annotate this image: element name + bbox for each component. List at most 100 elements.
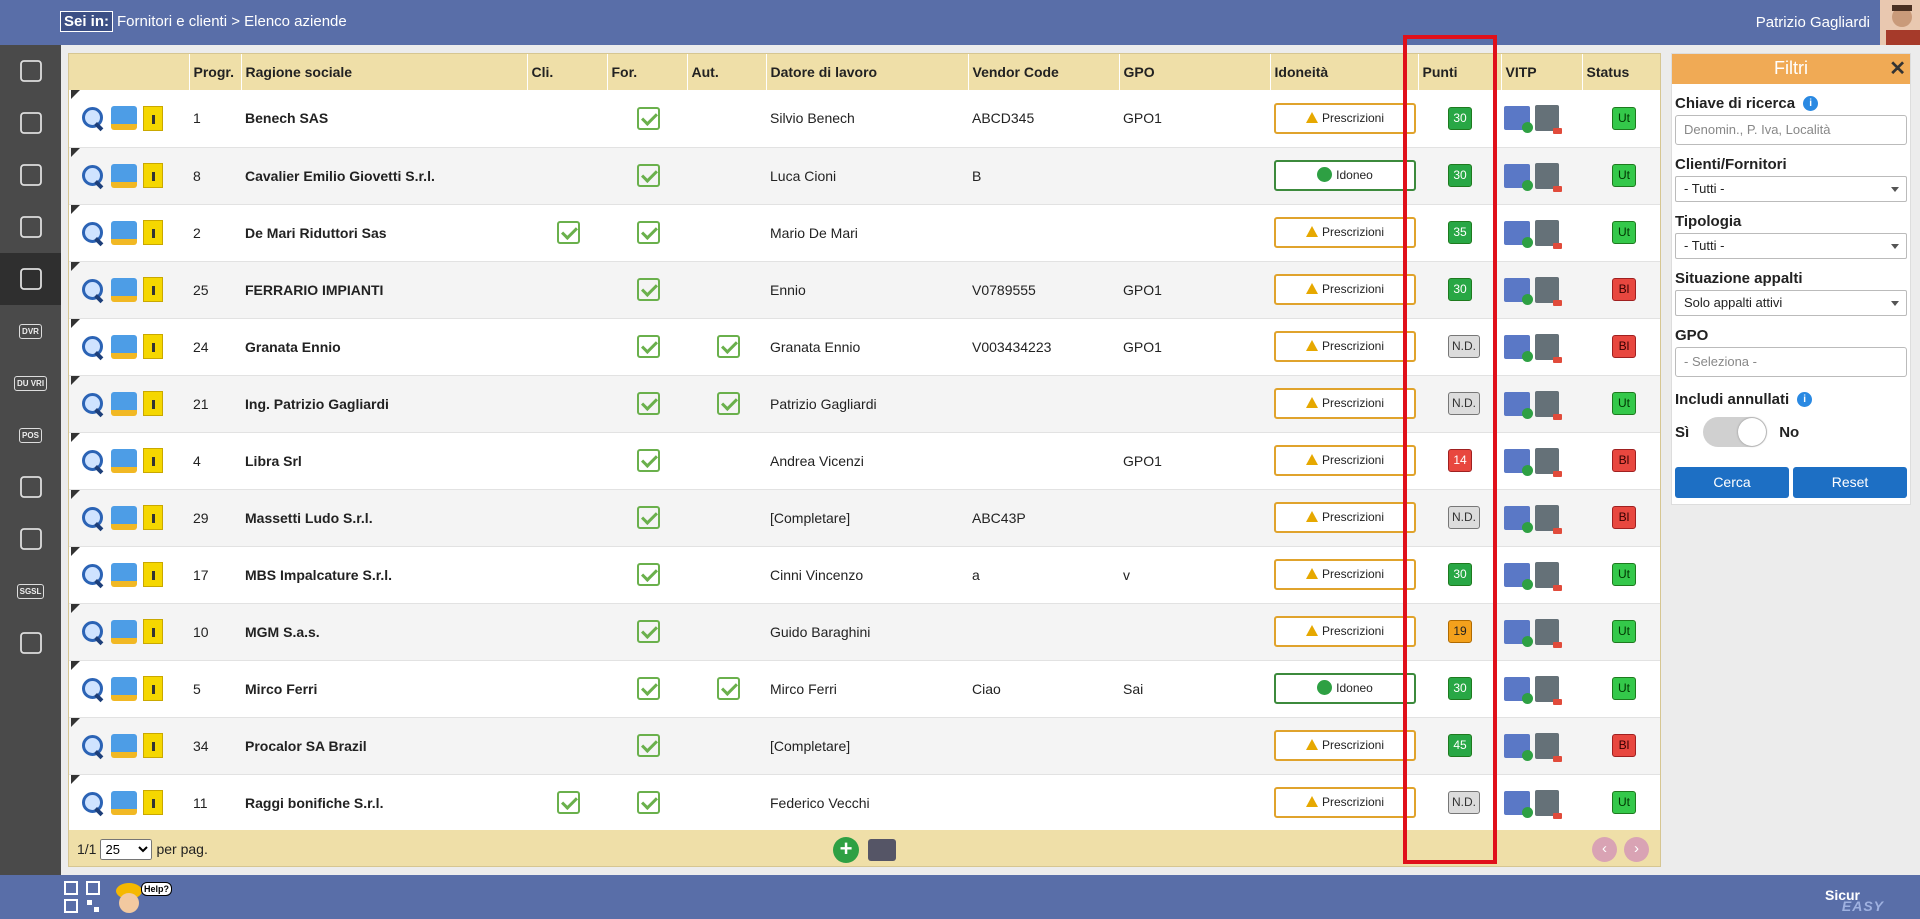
vitp-book-icon[interactable] bbox=[1535, 790, 1559, 816]
row-expand-marker[interactable] bbox=[71, 547, 80, 556]
vitp-list-icon[interactable] bbox=[1504, 221, 1530, 245]
ragione-sociale-cell[interactable]: Benech SAS bbox=[241, 90, 527, 147]
help-worker-icon[interactable] bbox=[114, 879, 144, 917]
document-icon[interactable] bbox=[143, 505, 163, 530]
row-expand-marker[interactable] bbox=[71, 490, 80, 499]
sidebar-item-dvr[interactable]: DVR bbox=[0, 305, 61, 357]
company-card-icon[interactable] bbox=[111, 620, 137, 644]
annullati-toggle[interactable] bbox=[1703, 417, 1767, 447]
column-header-8[interactable]: GPO bbox=[1119, 54, 1270, 90]
punti-badge[interactable]: 14 bbox=[1448, 449, 1472, 472]
search-icon[interactable] bbox=[81, 221, 105, 245]
clienti-select[interactable]: - Tutti - bbox=[1675, 176, 1907, 202]
table-row[interactable]: 5Mirco FerriMirco FerriCiaoSaiIdoneo30Ut bbox=[69, 660, 1661, 717]
ragione-sociale-cell[interactable]: Libra Srl bbox=[241, 432, 527, 489]
ragione-sociale-cell[interactable]: MBS Impalcature S.r.l. bbox=[241, 546, 527, 603]
vitp-book-icon[interactable] bbox=[1535, 163, 1559, 189]
search-icon[interactable] bbox=[81, 164, 105, 188]
search-icon[interactable] bbox=[81, 106, 105, 130]
column-header-5[interactable]: Aut. bbox=[687, 54, 766, 90]
company-card-icon[interactable] bbox=[111, 278, 137, 302]
punti-badge[interactable]: 30 bbox=[1448, 164, 1472, 187]
document-icon[interactable] bbox=[143, 676, 163, 701]
add-company-button[interactable]: + bbox=[833, 837, 859, 863]
user-name[interactable]: Patrizio Gagliardi bbox=[1756, 14, 1870, 31]
info-icon[interactable]: i bbox=[1797, 392, 1812, 407]
search-icon[interactable] bbox=[81, 791, 105, 815]
company-card-icon[interactable] bbox=[111, 506, 137, 530]
vitp-book-icon[interactable] bbox=[1535, 733, 1559, 759]
row-expand-marker[interactable] bbox=[71, 319, 80, 328]
punti-badge[interactable]: 30 bbox=[1448, 278, 1472, 301]
row-expand-marker[interactable] bbox=[71, 262, 80, 271]
row-expand-marker[interactable] bbox=[71, 90, 80, 99]
company-card-icon[interactable] bbox=[111, 449, 137, 473]
vitp-book-icon[interactable] bbox=[1535, 562, 1559, 588]
vitp-list-icon[interactable] bbox=[1504, 677, 1530, 701]
column-header-11[interactable]: VITP bbox=[1501, 54, 1582, 90]
table-row[interactable]: 17MBS Impalcature S.r.l.Cinni Vincenzoav… bbox=[69, 546, 1661, 603]
column-header-4[interactable]: For. bbox=[607, 54, 687, 90]
idoneita-badge[interactable]: Prescrizioni bbox=[1274, 787, 1416, 818]
status-badge[interactable]: Bl bbox=[1612, 335, 1636, 358]
prev-page-button[interactable]: ‹ bbox=[1592, 837, 1617, 862]
punti-badge[interactable]: N.D. bbox=[1448, 791, 1480, 814]
company-card-icon[interactable] bbox=[111, 106, 137, 130]
vitp-list-icon[interactable] bbox=[1504, 791, 1530, 815]
vitp-book-icon[interactable] bbox=[1535, 277, 1559, 303]
vitp-book-icon[interactable] bbox=[1535, 105, 1559, 131]
ragione-sociale-cell[interactable]: Massetti Ludo S.r.l. bbox=[241, 489, 527, 546]
sidebar-item-pos[interactable]: POS bbox=[0, 409, 61, 461]
tipologia-select[interactable]: - Tutti - bbox=[1675, 233, 1907, 259]
table-row[interactable]: 4Libra SrlAndrea VicenziGPO1Prescrizioni… bbox=[69, 432, 1661, 489]
document-icon[interactable] bbox=[143, 334, 163, 359]
vitp-list-icon[interactable] bbox=[1504, 392, 1530, 416]
punti-badge[interactable]: 19 bbox=[1448, 620, 1472, 643]
document-icon[interactable] bbox=[143, 106, 163, 131]
vitp-list-icon[interactable] bbox=[1504, 734, 1530, 758]
vitp-list-icon[interactable] bbox=[1504, 164, 1530, 188]
punti-badge[interactable]: N.D. bbox=[1448, 335, 1480, 358]
search-icon[interactable] bbox=[81, 620, 105, 644]
column-header-2[interactable]: Ragione sociale bbox=[241, 54, 527, 90]
punti-badge[interactable]: 45 bbox=[1448, 734, 1472, 757]
ragione-sociale-cell[interactable]: MGM S.a.s. bbox=[241, 603, 527, 660]
search-icon[interactable] bbox=[81, 734, 105, 758]
status-badge[interactable]: Bl bbox=[1612, 278, 1636, 301]
status-badge[interactable]: Bl bbox=[1612, 734, 1636, 757]
row-expand-marker[interactable] bbox=[71, 376, 80, 385]
document-icon[interactable] bbox=[143, 790, 163, 815]
sidebar-item-info[interactable] bbox=[0, 461, 61, 513]
status-badge[interactable]: Ut bbox=[1612, 791, 1636, 814]
table-row[interactable]: 11Raggi bonifiche S.r.l.Federico VecchiP… bbox=[69, 774, 1661, 831]
breadcrumb-path[interactable]: Fornitori e clienti > Elenco aziende bbox=[117, 13, 347, 30]
idoneita-badge[interactable]: Prescrizioni bbox=[1274, 331, 1416, 362]
gpo-input[interactable]: - Seleziona - bbox=[1675, 347, 1907, 377]
status-badge[interactable]: Ut bbox=[1612, 392, 1636, 415]
print-icon[interactable] bbox=[868, 839, 896, 861]
punti-badge[interactable]: N.D. bbox=[1448, 392, 1480, 415]
column-header-9[interactable]: Idoneità bbox=[1270, 54, 1418, 90]
search-input[interactable]: Denomin., P. Iva, Località bbox=[1675, 115, 1907, 145]
punti-badge[interactable]: N.D. bbox=[1448, 506, 1480, 529]
search-icon[interactable] bbox=[81, 278, 105, 302]
avatar[interactable] bbox=[1880, 0, 1920, 45]
table-row[interactable]: 21Ing. Patrizio GagliardiPatrizio Gaglia… bbox=[69, 375, 1661, 432]
reset-button[interactable]: Reset bbox=[1793, 467, 1907, 498]
status-badge[interactable]: Ut bbox=[1612, 221, 1636, 244]
document-icon[interactable] bbox=[143, 277, 163, 302]
table-row[interactable]: 34Procalor SA Brazil[Completare]Prescriz… bbox=[69, 717, 1661, 774]
status-badge[interactable]: Bl bbox=[1612, 506, 1636, 529]
search-icon[interactable] bbox=[81, 392, 105, 416]
row-expand-marker[interactable] bbox=[71, 148, 80, 157]
next-page-button[interactable]: › bbox=[1624, 837, 1649, 862]
idoneita-badge[interactable]: Prescrizioni bbox=[1274, 502, 1416, 533]
sidebar-item-duvri[interactable]: DU VRI bbox=[0, 357, 61, 409]
vitp-list-icon[interactable] bbox=[1504, 278, 1530, 302]
company-card-icon[interactable] bbox=[111, 791, 137, 815]
company-card-icon[interactable] bbox=[111, 734, 137, 758]
document-icon[interactable] bbox=[143, 163, 163, 188]
idoneita-badge[interactable]: Prescrizioni bbox=[1274, 730, 1416, 761]
per-page-select[interactable]: 25 bbox=[100, 839, 152, 860]
table-row[interactable]: 10MGM S.a.s.Guido BaraghiniPrescrizioni1… bbox=[69, 603, 1661, 660]
